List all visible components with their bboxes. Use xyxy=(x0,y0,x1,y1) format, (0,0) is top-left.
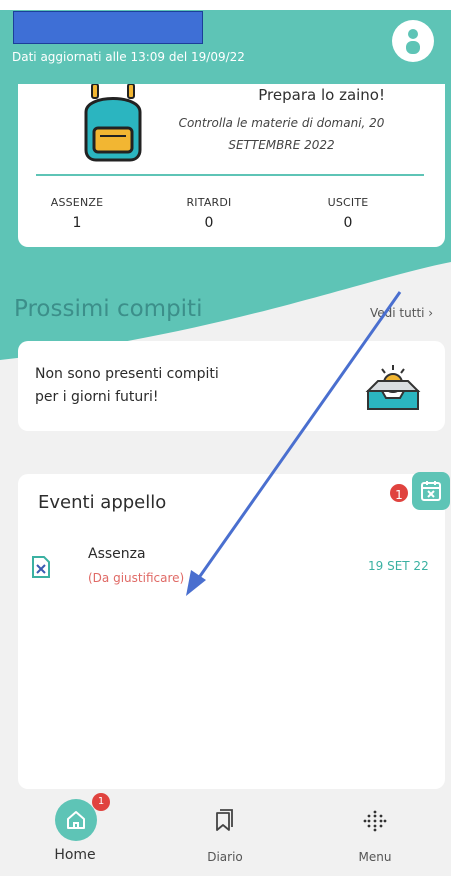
absence-icon xyxy=(32,556,50,578)
pack-reminder-subtitle-line1: Controlla le materie di domani, 20 xyxy=(178,116,385,130)
event-date: 19 SET 22 xyxy=(368,559,429,573)
summary-divider xyxy=(36,174,424,176)
home-icon xyxy=(67,811,85,829)
nav-item-diario[interactable]: Diario xyxy=(150,789,300,876)
calendar-x-icon xyxy=(421,481,441,501)
stat-label: RITARDI xyxy=(186,196,232,209)
empty-homework-line2: per i giorni futuri! xyxy=(35,389,159,405)
empty-homework-message: Non sono presenti compiti per i giorni f… xyxy=(35,363,305,409)
bottom-nav: 1 Home Diario Menu xyxy=(0,789,451,876)
event-status: (Da giustificare) xyxy=(88,571,185,585)
nav-label: Menu xyxy=(358,850,392,864)
nav-label: Diario xyxy=(207,850,243,864)
stat-label: ASSENZE xyxy=(50,196,104,209)
stat-value: 0 xyxy=(343,215,353,231)
pack-reminder-subtitle: Controlla le materie di domani, 20 SETTE… xyxy=(178,112,385,156)
calendar-button[interactable] xyxy=(412,472,450,510)
stat-value: 0 xyxy=(204,215,214,231)
grid-icon xyxy=(363,810,387,832)
stat-value: 1 xyxy=(72,215,82,231)
stat-label: USCITE xyxy=(327,196,369,209)
pack-reminder-title: Prepara lo zaino! xyxy=(258,86,385,104)
empty-homework-line1: Non sono presenti compiti xyxy=(35,366,219,382)
nav-item-home[interactable]: 1 Home xyxy=(0,789,150,876)
profile-button[interactable] xyxy=(392,20,434,62)
status-bar xyxy=(0,0,451,10)
nav-label: Home xyxy=(54,847,96,863)
section-title-eventi: Eventi appello xyxy=(38,492,167,513)
bookmark-icon xyxy=(216,809,233,831)
eventi-card: Eventi appello 1 Assenza (Da giustificar… xyxy=(18,472,450,789)
stat-assenze[interactable]: ASSENZE 1 xyxy=(27,196,127,231)
section-title-compiti: Prossimi compiti xyxy=(14,296,203,322)
compiti-card: Non sono presenti compiti per i giorni f… xyxy=(18,341,445,431)
notification-badge: 1 xyxy=(388,482,410,504)
nav-home-highlight xyxy=(55,799,97,841)
stat-ritardi[interactable]: RITARDI 0 xyxy=(159,196,259,231)
empty-inbox-icon xyxy=(365,365,421,410)
pack-reminder-subtitle-line2: SETTEMBRE 2022 xyxy=(228,138,335,152)
see-all-link[interactable]: Vedi tutti › xyxy=(370,306,433,320)
last-update-text: Dati aggiornati alle 13:09 del 19/09/22 xyxy=(12,50,245,64)
home-badge: 1 xyxy=(92,793,110,811)
stat-uscite[interactable]: USCITE 0 xyxy=(298,196,398,231)
nav-item-menu[interactable]: Menu xyxy=(300,789,450,876)
summary-card: Prepara lo zaino! Controlla le materie d… xyxy=(18,84,445,247)
redacted-name xyxy=(13,11,203,44)
event-name: Assenza xyxy=(88,546,146,562)
user-icon xyxy=(406,29,420,54)
